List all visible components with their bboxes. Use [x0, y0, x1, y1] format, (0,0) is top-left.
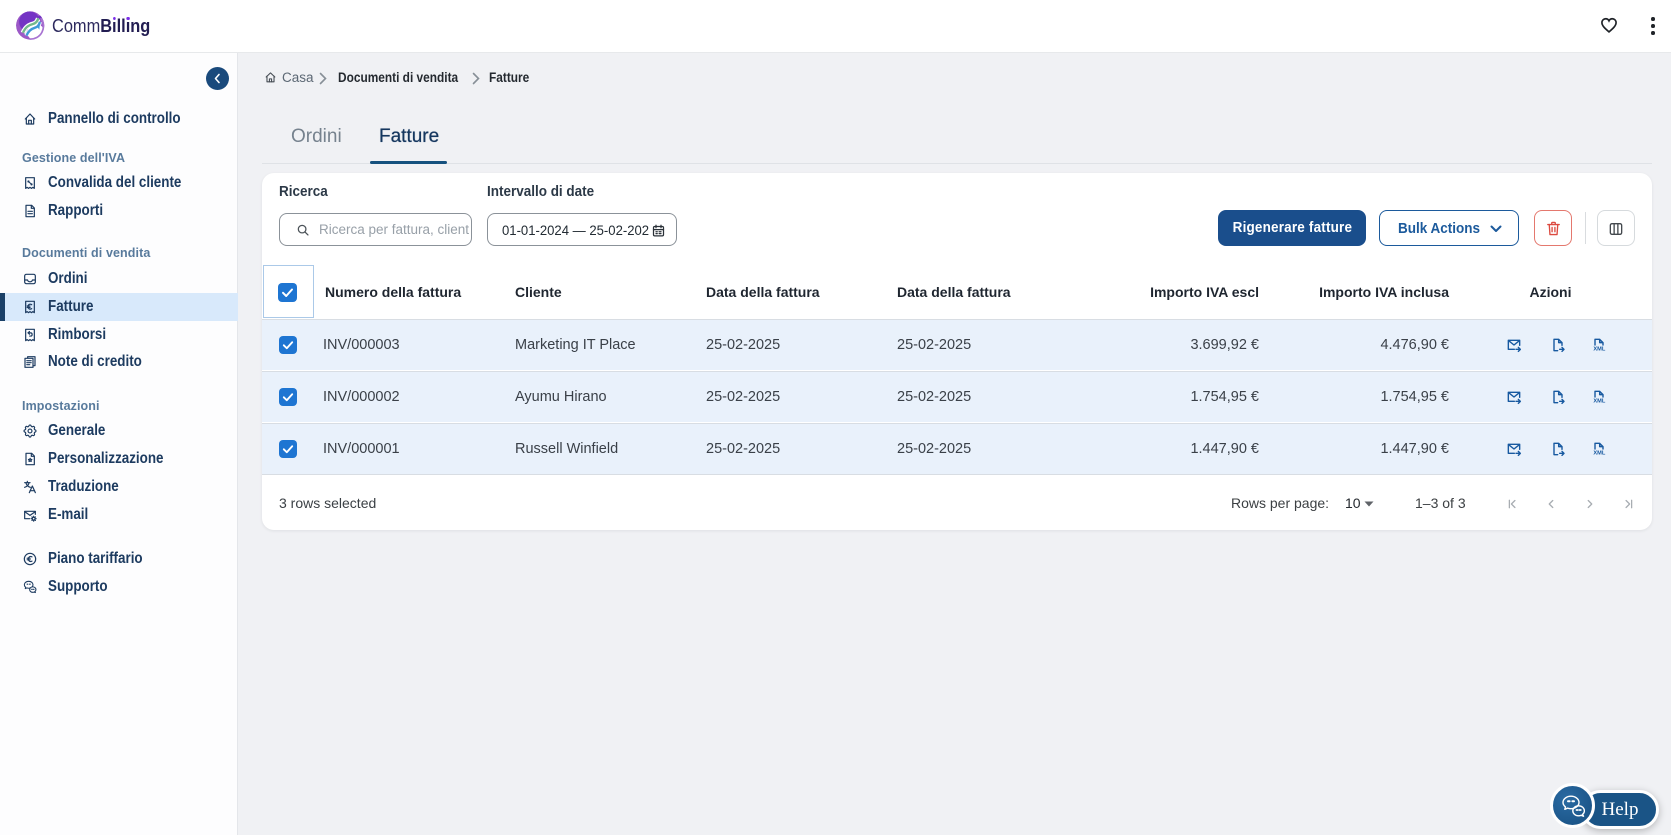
svg-text:XML: XML	[1593, 347, 1605, 353]
svg-text:XML: XML	[1593, 399, 1605, 405]
svg-text:XML: XML	[1593, 451, 1605, 457]
